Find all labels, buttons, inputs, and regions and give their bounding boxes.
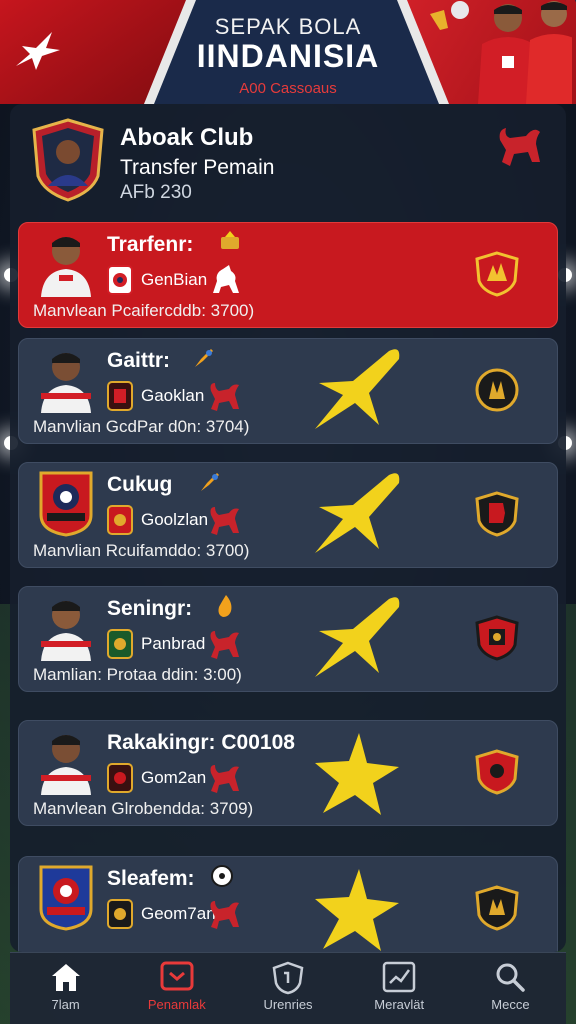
transfer-arrow-icon: [315, 349, 400, 429]
club-crest-icon: [107, 505, 133, 535]
transfer-value: Manvlian GcdPar d0n: 3704): [33, 417, 250, 436]
bull-icon: [210, 507, 239, 535]
transfer-card[interactable]: Sleafem: Geom7an: [18, 856, 558, 952]
target-club-crest: [475, 885, 519, 931]
destination-club: GenBian: [141, 270, 208, 289]
nav-item-urenries[interactable]: Urenries: [232, 953, 343, 1024]
search-icon: [496, 963, 526, 992]
star-icon: [315, 733, 399, 815]
player-name: Seningr:: [107, 597, 193, 620]
target-club-crest: [475, 749, 519, 795]
target-club-crest: [475, 491, 519, 537]
transfer-panel: Aboak Club Transfer Pemain AFb 230 Trarf…: [10, 104, 566, 952]
transfer-value: Manvlean Pcaifercddb: 3700): [33, 301, 255, 320]
club-crest-icon: [107, 265, 133, 295]
club-crest-icon: [107, 629, 133, 659]
player-name: Gaittr:: [107, 349, 170, 372]
chart-icon: [382, 961, 416, 993]
transfer-icon: [160, 961, 194, 991]
transfer-arrow-icon: [315, 597, 400, 677]
player-name: Cukug: [107, 473, 173, 496]
nav-label: 7lam: [51, 997, 80, 1012]
nav-item-home[interactable]: 7lam: [10, 953, 121, 1024]
transfer-value: Mamlian: Protaa ddin: 3:00): [33, 665, 242, 684]
players-image: [430, 1, 572, 104]
target-club-crest: [475, 615, 519, 661]
player-avatar: [41, 353, 91, 413]
player-avatar: [41, 601, 91, 661]
shield-icon: [272, 961, 304, 995]
club-crest-icon: [107, 899, 133, 929]
bull-icon[interactable]: [496, 122, 542, 168]
target-club-crest: [475, 251, 519, 297]
bottom-nav: 7lam Penamlak Urenries Meravlät Mecce: [10, 952, 566, 1024]
bull-icon: [210, 383, 239, 411]
bull-icon: [210, 765, 239, 793]
transfer-card[interactable]: Gaittr: Gaoklan Manvlian GcdPar d0n: 370…: [18, 338, 558, 444]
club-player-crest: [32, 118, 104, 202]
transfer-card[interactable]: Cukug Goolzlan Manvlian Rcuifamddo: 3700…: [18, 462, 558, 568]
club-badge-avatar: [39, 865, 93, 931]
club-crest-icon: [107, 763, 133, 793]
nav-item-transfer[interactable]: Penamlak: [121, 953, 232, 1024]
target-club-crest: [475, 368, 519, 412]
player-name: Trarfenr:: [107, 233, 194, 256]
medal-icon: [221, 231, 239, 249]
destination-club: Goolzlan: [141, 510, 209, 529]
club-crest-icon: [107, 381, 133, 411]
home-icon: [51, 964, 80, 991]
player-name: Sleafem:: [107, 867, 195, 890]
club-badge-avatar: [39, 471, 93, 537]
destination-club: Gom2an: [141, 768, 207, 787]
fire-icon: [218, 595, 232, 617]
club-header: Aboak Club Transfer Pemain AFb 230: [10, 104, 566, 214]
nav-label: Urenries: [263, 997, 313, 1012]
rocket-icon: [201, 473, 219, 491]
transfer-value: Manvlean Glrobendda: 3709): [33, 799, 254, 818]
destination-club: Panbrad: [141, 634, 206, 653]
nav-item-meravlat[interactable]: Meravlät: [344, 953, 455, 1024]
nav-label: Mecce: [491, 997, 530, 1012]
player-avatar: [41, 735, 91, 795]
transfer-arrow-icon: [315, 473, 400, 553]
club-subtitle: Transfer Pemain: [120, 156, 275, 179]
transfer-card[interactable]: Trarfenr: GenBian Manvlean Pcaifercddb: …: [18, 222, 558, 328]
destination-club: Geom7an: [141, 904, 216, 923]
transfer-card[interactable]: Seningr: Panbrad Mamlian: Protaa ddin: 3…: [18, 586, 558, 692]
nav-label: Meravlät: [374, 997, 425, 1012]
destination-club: Gaoklan: [141, 386, 205, 405]
app-header: SEPAK BOLA IINDANISIA A00 Cassoaus: [0, 0, 576, 104]
player-name: Rakakingr: C00108: [107, 731, 295, 754]
transfer-card[interactable]: Rakakingr: C00108 Gom2an Manvlean Glrobe…: [18, 720, 558, 826]
horse-icon: [213, 265, 239, 293]
nav-label: Penamlak: [147, 997, 206, 1012]
bull-icon: [210, 631, 239, 659]
ball-icon: [211, 865, 233, 887]
nav-item-search[interactable]: Mecce: [455, 953, 566, 1024]
transfer-value: Manvlian Rcuifamddo: 3700): [33, 541, 250, 560]
club-date: AFb 230: [120, 182, 192, 203]
rocket-icon: [195, 349, 213, 367]
bull-icon: [210, 901, 239, 929]
club-name: Aboak Club: [120, 124, 254, 151]
star-icon: [315, 869, 399, 951]
player-avatar: [41, 237, 91, 297]
